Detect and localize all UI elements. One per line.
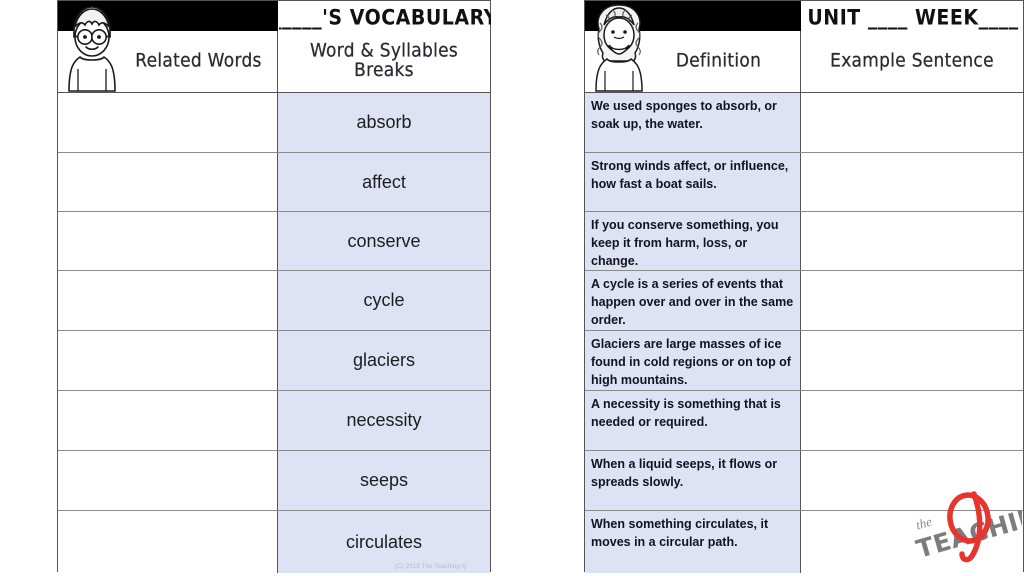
page-title: _____'S VOCABULARY: [279, 5, 491, 30]
definition-text: We used sponges to absorb, or soak up, t…: [591, 99, 777, 131]
definition-cell: If you conserve something, you keep it f…: [585, 212, 801, 270]
word-label: glaciers: [352, 350, 416, 370]
table-row: seeps: [58, 451, 490, 511]
column-header-related-words: Related Words: [58, 31, 278, 92]
definition-cell: Strong winds affect, or influence, how f…: [585, 153, 801, 211]
unit-week-title: UNIT ____ WEEK____: [807, 5, 1019, 30]
table-row: A necessity is something that is needed …: [585, 391, 1023, 451]
definition-text: If you conserve something, you keep it f…: [591, 218, 779, 268]
sheet-title-right: UNIT ____ WEEK____: [802, 1, 1024, 31]
column-header-row-right: Definition Example Sentence: [585, 31, 1023, 93]
definition-cell: Glaciers are large masses of ice found i…: [585, 331, 801, 390]
word-cell: conserve: [278, 212, 490, 270]
example-sentence-cell[interactable]: [801, 212, 1023, 270]
word-cell: affect: [278, 153, 490, 211]
example-sentence-cell[interactable]: [801, 93, 1023, 152]
column-header-example-sentence-label: Example Sentence: [830, 49, 994, 72]
column-header-row-left: Related Words Word & Syllables Breaks: [58, 31, 490, 93]
vocabulary-sheet-right: UNIT ____ WEEK____ Definition Example Se…: [584, 0, 1024, 573]
word-cell: cycle: [278, 271, 490, 330]
definition-text: When something circulates, it moves in a…: [591, 517, 769, 549]
table-row: When something circulates, it moves in a…: [585, 511, 1023, 573]
column-header-word-syllables: Word & Syllables Breaks: [278, 31, 490, 92]
related-words-cell[interactable]: [58, 511, 278, 573]
table-row: When a liquid seeps, it flows or spreads…: [585, 451, 1023, 511]
example-sentence-cell[interactable]: [801, 511, 1023, 573]
table-row: glaciers: [58, 331, 490, 391]
definition-text: When a liquid seeps, it flows or spreads…: [591, 457, 778, 489]
related-words-cell[interactable]: [58, 212, 278, 270]
definition-cell: We used sponges to absorb, or soak up, t…: [585, 93, 801, 152]
worksheet-page: _____'S VOCABULARY Related Words Word & …: [0, 0, 1024, 576]
column-header-word-syllables-label: Word & Syllables Breaks: [309, 40, 459, 81]
header-black-bar-left: [58, 1, 278, 31]
word-cell: necessity: [278, 391, 490, 450]
word-label: circulates: [345, 531, 423, 552]
word-label: cycle: [363, 290, 405, 310]
table-row: absorb: [58, 93, 490, 153]
example-sentence-cell[interactable]: [801, 153, 1023, 211]
example-sentence-cell[interactable]: [801, 451, 1023, 510]
table-row: cycle: [58, 271, 490, 331]
column-header-definition: Definition: [585, 31, 801, 92]
definition-cell: When something circulates, it moves in a…: [585, 511, 801, 573]
table-row: If you conserve something, you keep it f…: [585, 212, 1023, 271]
example-sentence-cell[interactable]: [801, 271, 1023, 330]
definition-text: Glaciers are large masses of ice found i…: [591, 337, 791, 387]
column-header-definition-label: Definition: [675, 49, 762, 72]
table-row: Strong winds affect, or influence, how f…: [585, 153, 1023, 212]
column-header-example-sentence: Example Sentence: [801, 31, 1023, 92]
word-cell: absorb: [278, 93, 490, 152]
table-row: necessity: [58, 391, 490, 451]
table-row: We used sponges to absorb, or soak up, t…: [585, 93, 1023, 153]
table-row: conserve: [58, 212, 490, 271]
example-sentence-cell[interactable]: [801, 331, 1023, 390]
word-cell: seeps: [278, 451, 490, 510]
word-label: necessity: [346, 410, 422, 430]
table-row: affect: [58, 153, 490, 212]
definition-text: A necessity is something that is needed …: [591, 397, 781, 429]
sheet-title-left: _____'S VOCABULARY: [279, 1, 491, 31]
word-label: absorb: [356, 112, 412, 132]
column-header-related-words-label: Related Words: [135, 49, 262, 72]
table-row: Glaciers are large masses of ice found i…: [585, 331, 1023, 391]
related-words-cell[interactable]: [58, 451, 278, 510]
word-cell: glaciers: [278, 331, 490, 390]
header-black-bar-right: [585, 1, 801, 31]
example-sentence-cell[interactable]: [801, 391, 1023, 450]
related-words-cell[interactable]: [58, 93, 278, 152]
definition-cell: A cycle is a series of events that happe…: [585, 271, 801, 330]
definition-cell: When a liquid seeps, it flows or spreads…: [585, 451, 801, 510]
definition-rows-right: We used sponges to absorb, or soak up, t…: [585, 93, 1023, 573]
related-words-cell[interactable]: [58, 153, 278, 211]
related-words-cell[interactable]: [58, 271, 278, 330]
related-words-cell[interactable]: [58, 391, 278, 450]
table-row: A cycle is a series of events that happe…: [585, 271, 1023, 331]
definition-text: A cycle is a series of events that happe…: [591, 277, 794, 327]
definition-cell: A necessity is something that is needed …: [585, 391, 801, 450]
related-words-cell[interactable]: [58, 331, 278, 390]
word-label: conserve: [347, 230, 421, 251]
vocabulary-sheet-left: _____'S VOCABULARY Related Words Word & …: [57, 0, 491, 573]
copyright-notice: (C) 2019 The Teaching Q: [395, 564, 467, 570]
word-label: seeps: [359, 470, 409, 490]
definition-text: Strong winds affect, or influence, how f…: [591, 159, 789, 191]
vocabulary-rows-left: absorb affect conserve cycle glaciers ne…: [58, 93, 490, 573]
word-label: affect: [362, 171, 406, 192]
